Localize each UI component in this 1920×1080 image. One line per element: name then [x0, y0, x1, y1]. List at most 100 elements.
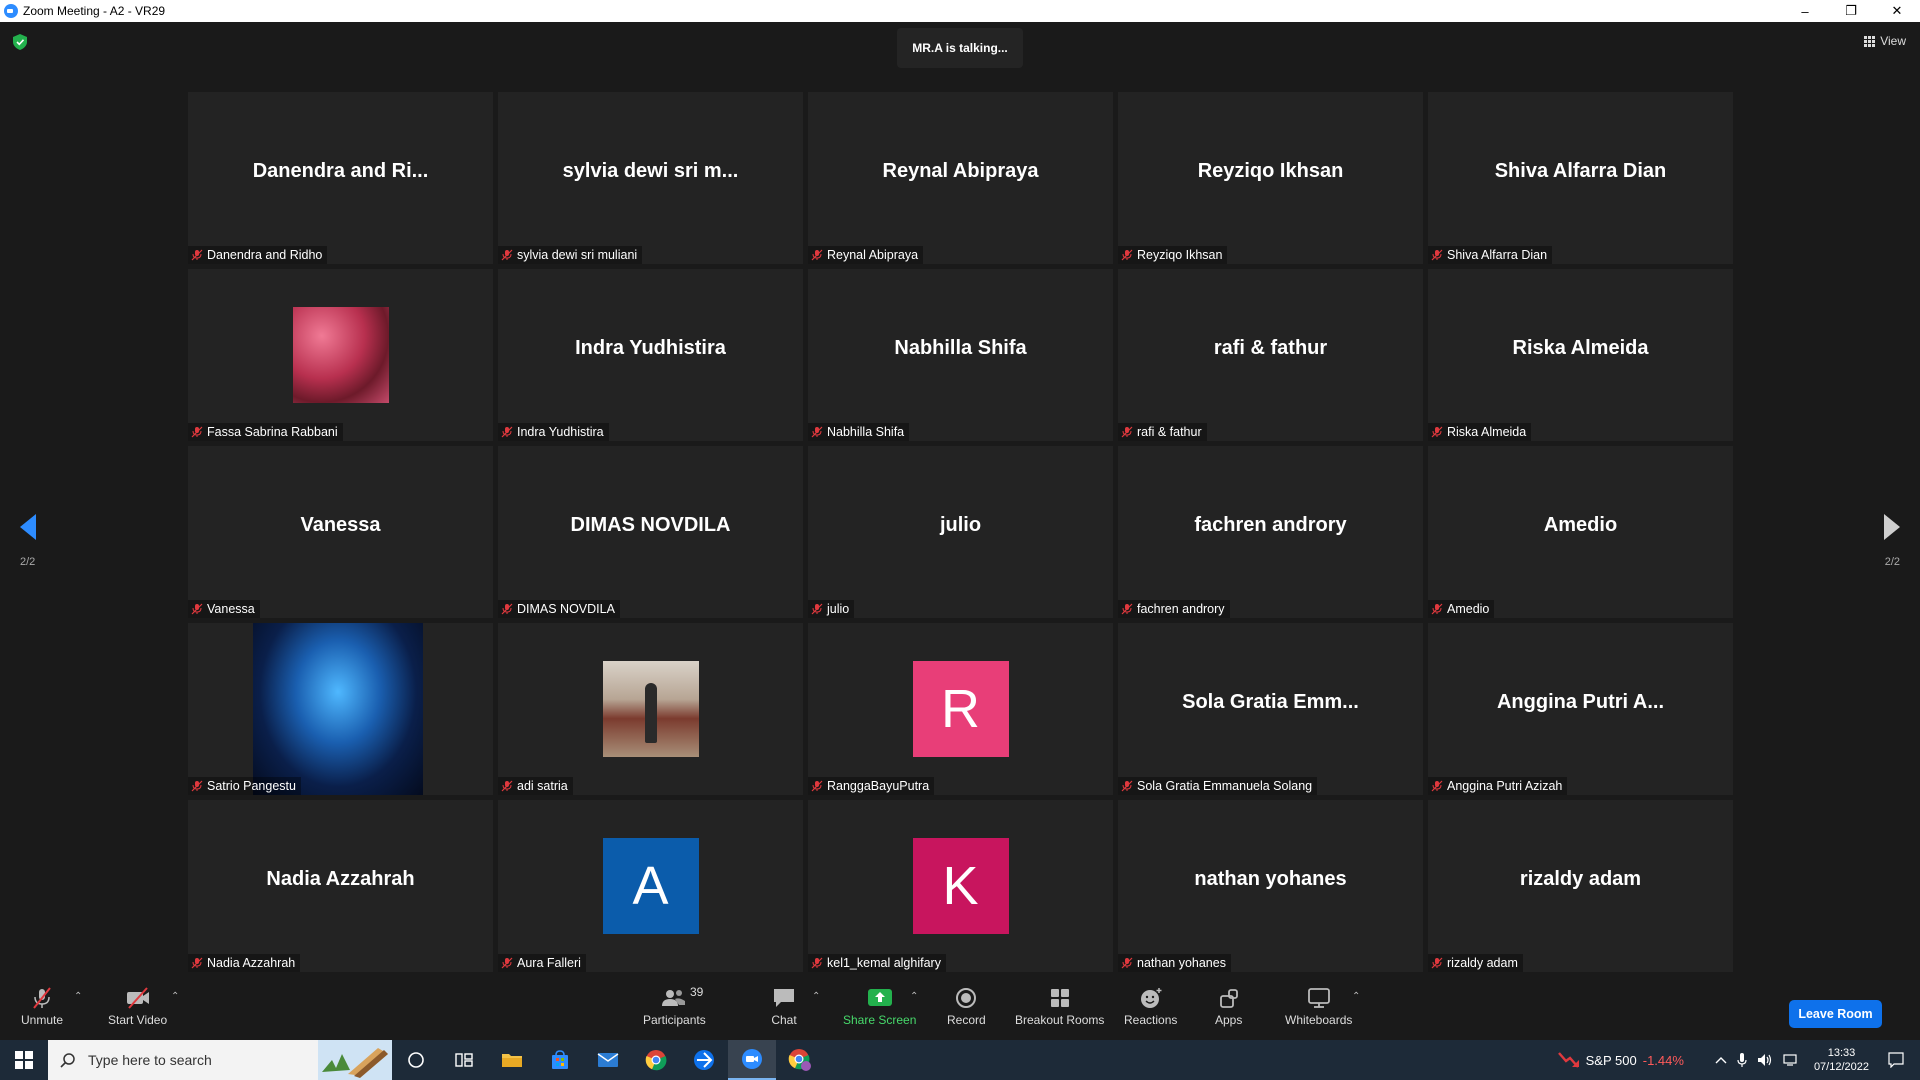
- participant-display-name: DIMAS NOVDILA: [570, 513, 731, 536]
- taskbar-mail[interactable]: [584, 1040, 632, 1080]
- participant-display-name: Reynal Abipraya: [882, 159, 1039, 182]
- participant-tile[interactable]: adi satria: [498, 623, 803, 795]
- participant-tile[interactable]: sylvia dewi sri m... sylvia dewi sri muli…: [498, 92, 803, 264]
- participant-display-name: rizaldy adam: [1519, 867, 1642, 890]
- participant-grid: Danendra and Ri... Danendra and Ridho sylv…: [188, 92, 1733, 973]
- apps-label: Apps: [1215, 1013, 1243, 1027]
- participant-tile[interactable]: julio julio: [808, 446, 1113, 618]
- minimize-button[interactable]: –: [1782, 0, 1828, 22]
- microphone-muted-icon: [33, 987, 51, 1009]
- unmute-button[interactable]: Unmute: [21, 987, 63, 1027]
- whiteboards-options-caret-icon[interactable]: ⌃: [1352, 991, 1360, 1002]
- participant-name: rizaldy adam: [1447, 956, 1518, 970]
- participant-tile[interactable]: Nabhilla Shifa Nabhilla Shifa: [808, 269, 1113, 441]
- clock-date: 07/12/2022: [1813, 1061, 1869, 1073]
- taskbar-zoom[interactable]: [728, 1040, 776, 1080]
- record-button[interactable]: Record: [947, 987, 986, 1027]
- participant-tile[interactable]: rizaldy adam rizaldy adam: [1428, 800, 1733, 972]
- share-screen-button[interactable]: Share Screen: [843, 987, 916, 1027]
- participant-tile[interactable]: Danendra and Ri... Danendra and Ridho: [188, 92, 493, 264]
- participant-tile[interactable]: DIMAS NOVDILA DIMAS NOVDILA: [498, 446, 803, 618]
- microphone-tray-icon[interactable]: [1737, 1052, 1747, 1068]
- participant-name-label: julio: [808, 600, 855, 618]
- participant-tile[interactable]: Nadia Azzahrah Nadia Azzahrah: [188, 800, 493, 972]
- participant-tile[interactable]: Anggina Putri A... Anggina Putri Azizah: [1428, 623, 1733, 795]
- share-options-caret-icon[interactable]: ⌃: [910, 991, 918, 1002]
- participant-name: rafi & fathur: [1137, 425, 1202, 439]
- whiteboards-button[interactable]: Whiteboards: [1285, 987, 1352, 1027]
- reactions-button[interactable]: Reactions: [1124, 987, 1177, 1027]
- audio-options-caret-icon[interactable]: ⌃: [74, 991, 82, 1002]
- start-button[interactable]: [0, 1040, 48, 1080]
- participant-tile[interactable]: Satrio Pangestu: [188, 623, 493, 795]
- apps-button[interactable]: Apps: [1215, 987, 1242, 1027]
- muted-mic-icon: [501, 426, 513, 438]
- participant-name-label: Riska Almeida: [1428, 423, 1532, 441]
- participant-name-label: Sola Gratia Emmanuela Solang: [1118, 777, 1318, 795]
- security-shield-icon[interactable]: [13, 34, 27, 50]
- participant-display-name: Amedio: [1543, 513, 1618, 536]
- taskbar-search-box[interactable]: Type here to search: [48, 1040, 392, 1080]
- muted-mic-icon: [191, 780, 203, 792]
- participant-name-label: Anggina Putri Azizah: [1428, 777, 1568, 795]
- participant-tile[interactable]: Amedio Amedio: [1428, 446, 1733, 618]
- participant-display-name: Nabhilla Shifa: [894, 336, 1027, 359]
- task-view-cortana-button[interactable]: [392, 1040, 440, 1080]
- participant-tile[interactable]: fachren androry fachren androry: [1118, 446, 1423, 618]
- show-hidden-icons-chevron-icon[interactable]: [1715, 1056, 1727, 1064]
- taskbar-clock[interactable]: 13:33 07/12/2022: [1814, 1046, 1869, 1074]
- participant-name: Danendra and Ridho: [207, 248, 323, 262]
- store-icon: [552, 1050, 568, 1069]
- participant-tile[interactable]: A Aura Falleri: [498, 800, 803, 972]
- window-title: Zoom Meeting - A2 - VR29: [23, 4, 166, 18]
- breakout-rooms-button[interactable]: Breakout Rooms: [1015, 987, 1104, 1027]
- notification-center-icon[interactable]: [1888, 1052, 1904, 1068]
- participant-tile[interactable]: Kkel1_kemal alghifary: [808, 800, 1113, 972]
- view-button[interactable]: View: [1864, 34, 1906, 48]
- task-view-button[interactable]: [440, 1040, 488, 1080]
- muted-mic-icon: [1121, 603, 1133, 615]
- participant-tile[interactable]: Sola Gratia Emm... Sola Gratia Emmanuela …: [1118, 623, 1423, 795]
- muted-mic-icon: [191, 426, 203, 438]
- reactions-icon: [1140, 988, 1162, 1008]
- volume-icon[interactable]: [1757, 1053, 1773, 1067]
- close-button[interactable]: ✕: [1874, 0, 1920, 22]
- share-screen-label: Share Screen: [843, 1013, 917, 1027]
- next-page-icon[interactable]: [1882, 512, 1902, 542]
- taskbar-chrome-profile[interactable]: [776, 1040, 824, 1080]
- mail-icon: [597, 1053, 619, 1067]
- participant-name-label: Fassa Sabrina Rabbani: [188, 423, 343, 441]
- leave-room-button[interactable]: Leave Room: [1789, 1000, 1882, 1028]
- participant-name-label: Shiva Alfarra Dian: [1428, 246, 1553, 264]
- participant-name-label: Vanessa: [188, 600, 260, 618]
- unmute-label: Unmute: [21, 1013, 64, 1027]
- search-highlight-art-icon: [318, 1040, 392, 1080]
- start-video-button[interactable]: Start Video: [108, 987, 167, 1027]
- taskbar-store[interactable]: [536, 1040, 584, 1080]
- taskbar-chrome[interactable]: [632, 1040, 680, 1080]
- chat-button[interactable]: Chat: [771, 987, 797, 1027]
- video-options-caret-icon[interactable]: ⌃: [171, 991, 179, 1002]
- taskbar-app-blue[interactable]: [680, 1040, 728, 1080]
- participant-avatar-letter: A: [602, 838, 699, 934]
- participant-tile[interactable]: Fassa Sabrina Rabbani: [188, 269, 493, 441]
- participant-name-label: nathan yohanes: [1118, 954, 1231, 972]
- participant-tile[interactable]: R RanggaBayuPutra: [808, 623, 1113, 795]
- participant-tile[interactable]: Indra Yudhistira Indra Yudhistira: [498, 269, 803, 441]
- participant-tile[interactable]: Vanessa Vanessa: [188, 446, 493, 618]
- previous-page-icon[interactable]: [18, 512, 38, 542]
- participant-name: Aura Falleri: [517, 956, 581, 970]
- restore-button[interactable]: ❐: [1828, 0, 1874, 22]
- breakout-rooms-label: Breakout Rooms: [1015, 1013, 1105, 1027]
- participant-tile[interactable]: rafi & fathur rafi & fathur: [1118, 269, 1423, 441]
- participant-tile[interactable]: Reyziqo Ikhsan Reyziqo Ikhsan: [1118, 92, 1423, 264]
- reactions-label: Reactions: [1124, 1013, 1178, 1027]
- network-icon[interactable]: [1783, 1053, 1799, 1067]
- chat-options-caret-icon[interactable]: ⌃: [812, 991, 820, 1002]
- participant-tile[interactable]: Shiva Alfarra Dian Shiva Alfarra Dian: [1428, 92, 1733, 264]
- participant-tile[interactable]: Riska Almeida Riska Almeida: [1428, 269, 1733, 441]
- taskbar-file-explorer[interactable]: [488, 1040, 536, 1080]
- participant-tile[interactable]: nathan yohanes nathan yohanes: [1118, 800, 1423, 972]
- stock-widget[interactable]: S&P 500 -1.44%: [1557, 1051, 1684, 1069]
- participant-tile[interactable]: Reynal Abipraya Reynal Abipraya: [808, 92, 1113, 264]
